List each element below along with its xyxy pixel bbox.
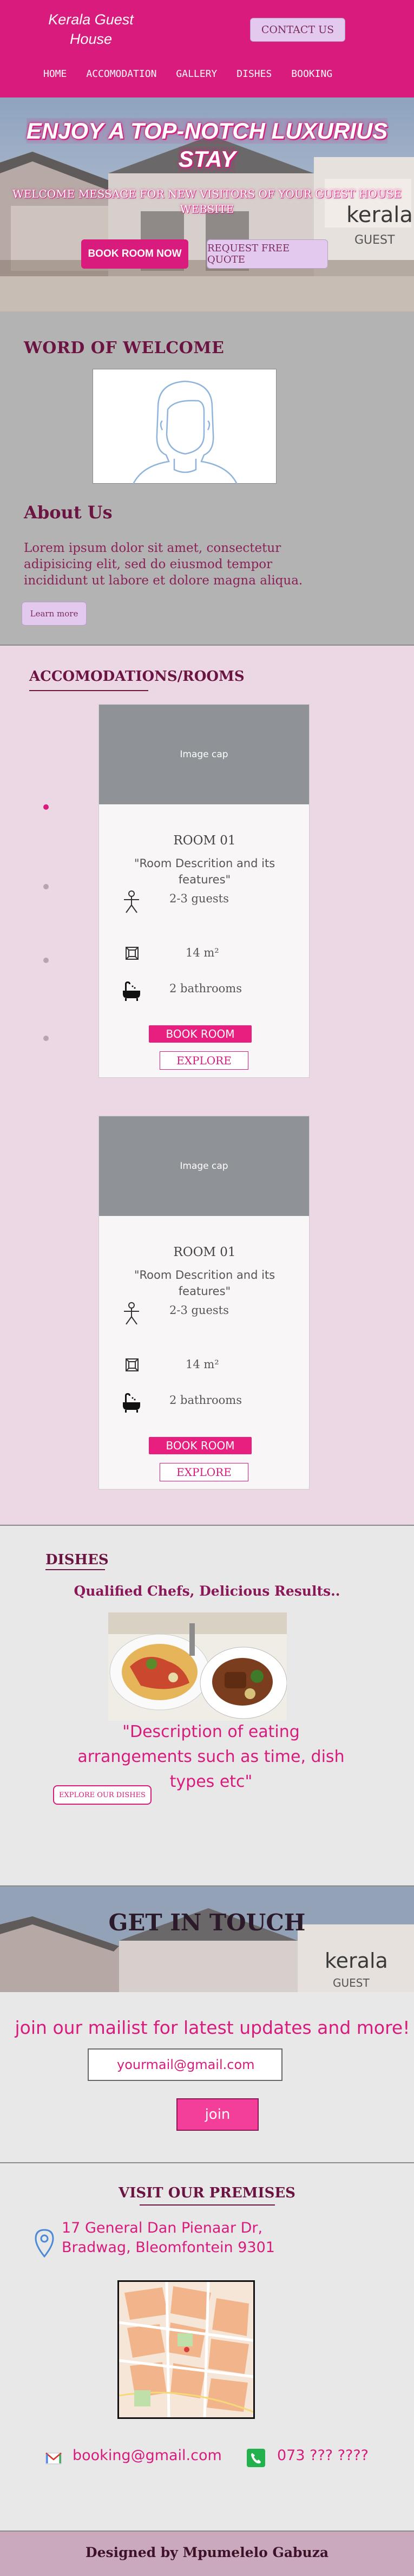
premises-section: VISIT OUR PREMISES 17 General Dan Pienaa… bbox=[0, 2163, 414, 2532]
svg-text:GUEST: GUEST bbox=[333, 1976, 370, 1989]
room-guests: 2-3 guests bbox=[169, 892, 229, 905]
hero-subtitle: WELCOME MESSAGE FOR NEW VISITORS OF YOUR… bbox=[12, 187, 402, 216]
dishes-title: DISHES bbox=[45, 1552, 109, 1568]
room-image-placeholder: Image cap bbox=[99, 705, 309, 804]
carousel-dot-3[interactable] bbox=[43, 958, 49, 963]
contact-phone[interactable]: 073 ??? ???? bbox=[277, 2447, 369, 2464]
carousel-dot-4[interactable] bbox=[43, 1036, 49, 1041]
dishes-photo bbox=[108, 1612, 287, 1721]
hero-title: ENJOY A TOP-NOTCH LUXURIUS STAY bbox=[0, 117, 414, 173]
room-name: ROOM 01 bbox=[173, 1245, 236, 1259]
dishes-description: "Description of eating arrangements such… bbox=[77, 1722, 345, 1791]
phone-icon bbox=[247, 2449, 265, 2467]
explore-room-button[interactable]: EXPLORE bbox=[160, 1463, 248, 1481]
email-icon bbox=[45, 2453, 62, 2464]
map-image bbox=[119, 2282, 253, 2417]
explore-room-button[interactable]: EXPLORE bbox=[160, 1051, 248, 1070]
carousel-dot-1[interactable] bbox=[43, 804, 49, 810]
room-card: Image cap ROOM 01 "Room Descrition and i… bbox=[98, 1116, 310, 1489]
book-room-button[interactable]: BOOK ROOM bbox=[149, 1437, 252, 1454]
main-nav: HOME ACCOMODATION GALLERY DISHES BOOKING bbox=[43, 66, 352, 82]
brand-logo[interactable]: Kerala Guest House bbox=[42, 10, 140, 49]
hero-section: kerala GUEST ENJOY A TOP-NOTCH LUXURIUS … bbox=[0, 97, 414, 311]
welcome-avatar-image bbox=[93, 369, 277, 485]
title-underline bbox=[29, 690, 148, 691]
accommodations-title: ACCOMODATIONS/ROOMS bbox=[29, 668, 245, 685]
about-text: Lorem ipsum dolor sit amet, consectetur … bbox=[24, 541, 303, 588]
room-card: Image cap ROOM 01 "Room Descrition and i… bbox=[98, 704, 310, 1078]
site-header: Kerala Guest House CONTACT US HOME ACCOM… bbox=[0, 0, 414, 97]
dishes-tagline: Qualified Chefs, Delicious Results.. bbox=[74, 1583, 340, 1599]
location-map[interactable] bbox=[117, 2280, 255, 2419]
nav-booking[interactable]: BOOKING bbox=[291, 66, 332, 82]
room-image-placeholder: Image cap bbox=[99, 1116, 309, 1216]
mailing-list-section: join our mailist for latest updates and … bbox=[0, 1992, 414, 2163]
guests-icon bbox=[124, 1302, 139, 1325]
premises-title: VISIT OUR PREMISES bbox=[119, 2185, 295, 2201]
explore-dishes-button[interactable]: EXPLORE OUR DISHES bbox=[53, 1785, 152, 1805]
nav-gallery[interactable]: GALLERY bbox=[176, 66, 217, 82]
book-room-button[interactable]: BOOK ROOM bbox=[149, 1025, 252, 1043]
title-underline bbox=[45, 1569, 105, 1570]
svg-text:kerala: kerala bbox=[325, 1949, 388, 1973]
mailing-list-title: join our mailist for latest updates and … bbox=[15, 2017, 410, 2038]
hero-title-text: ENJOY A TOP-NOTCH LUXURIUS STAY bbox=[26, 118, 388, 172]
learn-more-button[interactable]: Learn more bbox=[22, 602, 87, 626]
contact-email[interactable]: booking@gmail.com bbox=[73, 2447, 222, 2464]
welcome-section: WORD OF WELCOME About Us Lorem ipsum dol… bbox=[0, 311, 414, 646]
room-size: 14 m² bbox=[186, 1358, 219, 1371]
site-footer: Designed by Mpumelelo Gabuza bbox=[0, 2532, 414, 2576]
room-bathrooms: 2 bathrooms bbox=[169, 1394, 242, 1407]
get-in-touch-title: GET IN TOUCH bbox=[108, 1909, 306, 1936]
building-background-image: kerala GUEST bbox=[0, 1887, 414, 1992]
nav-accomodation[interactable]: ACCOMODATION bbox=[86, 66, 156, 82]
carousel-dot-2[interactable] bbox=[43, 884, 49, 889]
welcome-title: WORD OF WELCOME bbox=[24, 339, 225, 357]
book-room-now-button[interactable]: BOOK ROOM NOW bbox=[81, 239, 188, 269]
room-bathrooms: 2 bathrooms bbox=[169, 982, 242, 995]
get-in-touch-banner: kerala GUEST GET IN TOUCH bbox=[0, 1887, 414, 1992]
nav-dishes[interactable]: DISHES bbox=[236, 66, 272, 82]
request-free-quote-button[interactable]: REQUEST FREE QUOTE bbox=[207, 239, 328, 269]
join-button[interactable]: join bbox=[176, 2098, 259, 2131]
svg-text:GUEST: GUEST bbox=[354, 233, 395, 247]
room-guests: 2-3 guests bbox=[169, 1304, 229, 1317]
about-title: About Us bbox=[24, 502, 113, 523]
room-name: ROOM 01 bbox=[173, 834, 236, 848]
location-pin-icon bbox=[35, 2229, 54, 2258]
dishes-section: DISHES Qualified Chefs, Delicious Result… bbox=[0, 1526, 414, 1887]
room-size: 14 m² bbox=[186, 946, 219, 959]
room-size-icon bbox=[126, 1358, 139, 1371]
contact-us-button[interactable]: CONTACT US bbox=[250, 18, 345, 42]
person-outline-icon bbox=[132, 380, 238, 485]
accommodations-section: ACCOMODATIONS/ROOMS Image cap ROOM 01 "R… bbox=[0, 646, 414, 1526]
address-text: 17 General Dan Pienaar Dr, Bradwag, Bleo… bbox=[62, 2220, 275, 2256]
bathtub-icon bbox=[123, 981, 140, 1001]
bathtub-icon bbox=[123, 1393, 140, 1413]
guests-icon bbox=[124, 890, 139, 913]
designer-credit: Designed by Mpumelelo Gabuza bbox=[85, 2545, 329, 2560]
room-size-icon bbox=[126, 947, 139, 960]
room-description: "Room Descrition and its features" bbox=[134, 857, 275, 886]
room-description: "Room Descrition and its features" bbox=[134, 1269, 275, 1298]
nav-home[interactable]: HOME bbox=[43, 66, 67, 82]
email-input[interactable]: yourmail@gmail.com bbox=[88, 2048, 282, 2081]
title-underline bbox=[140, 2204, 275, 2206]
